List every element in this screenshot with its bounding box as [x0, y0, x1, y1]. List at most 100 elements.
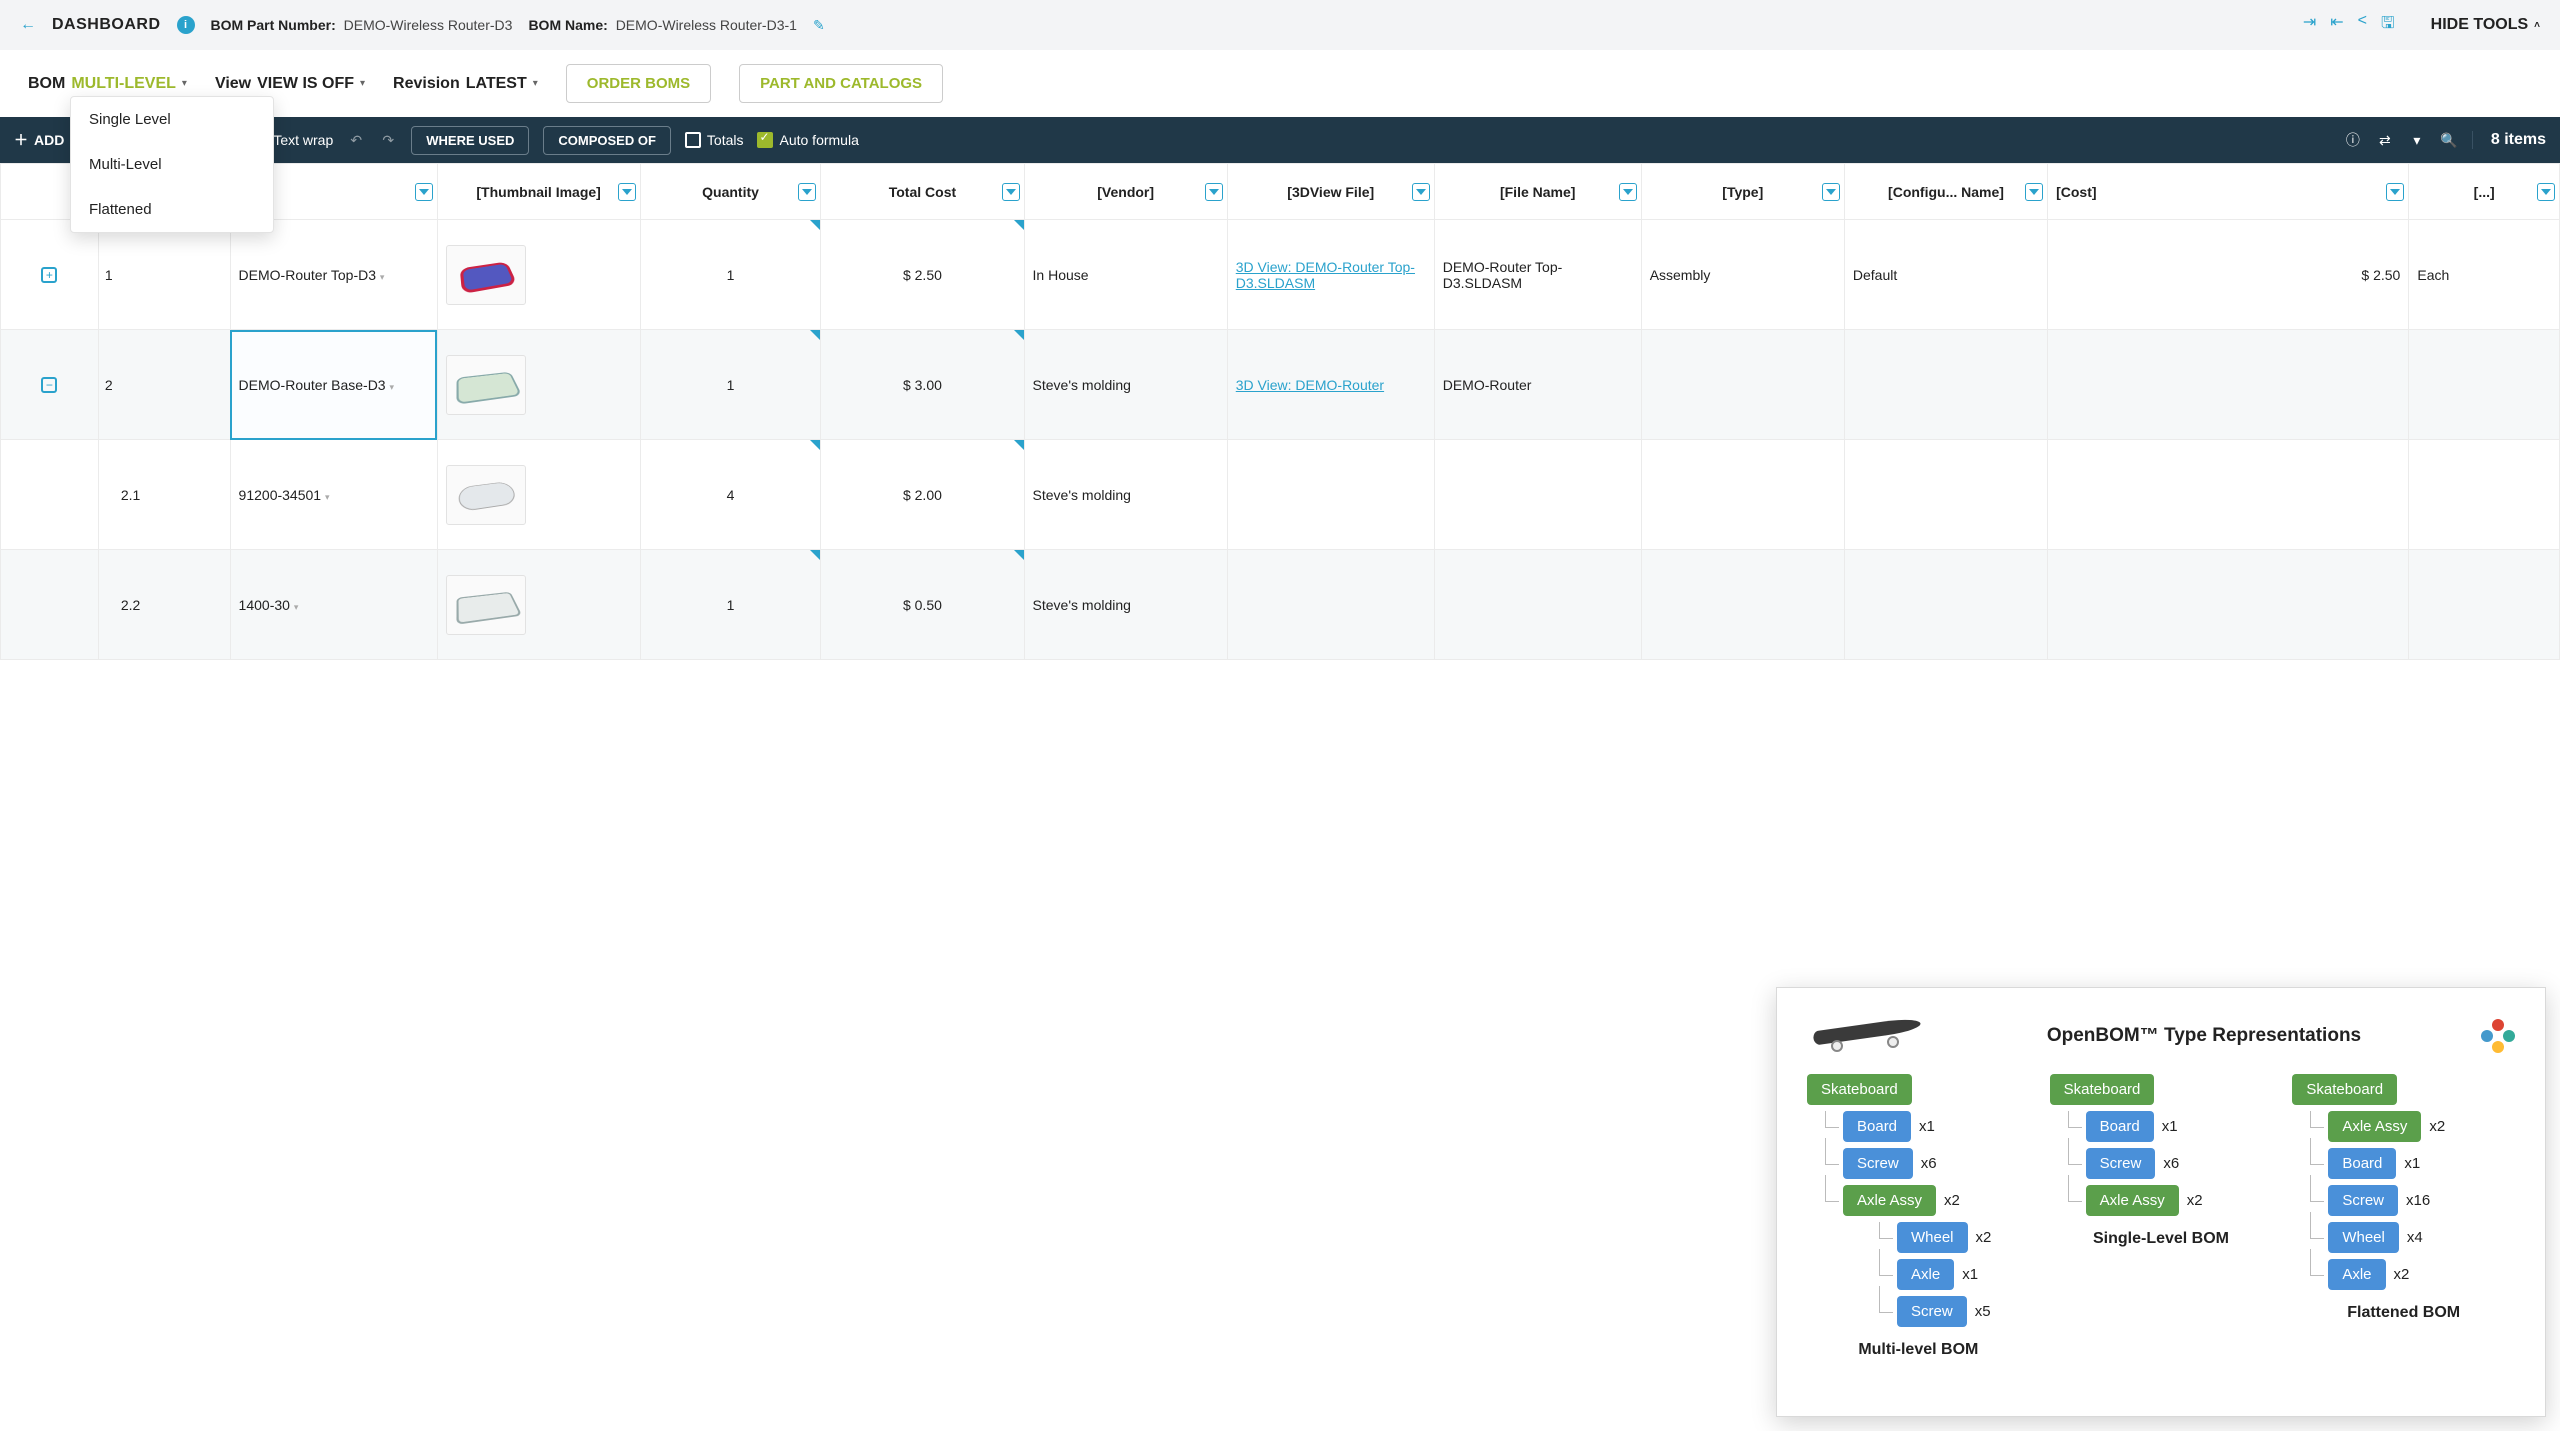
3dview-cell[interactable]: 3D View: DEMO-Router Top-D3.SLDASM — [1227, 220, 1434, 330]
col-quantity[interactable]: Quantity — [640, 164, 821, 220]
caret-down-icon: ▾ — [360, 78, 365, 89]
thumbnail-cell[interactable] — [437, 550, 640, 660]
col-total-cost[interactable]: Total Cost — [821, 164, 1024, 220]
swap-icon[interactable]: ⇄ — [2376, 132, 2394, 149]
col-type[interactable]: [Type] — [1641, 164, 1844, 220]
search-icon[interactable]: 🔍 — [2440, 132, 2458, 149]
bom-level-dropdown[interactable]: BOM MULTI-LEVEL ▾ — [28, 75, 187, 93]
filter-icon[interactable]: ▾ — [2408, 132, 2426, 149]
tree-node: Boardx1 — [2050, 1111, 2273, 1142]
part-name-cell[interactable]: 1400-30 ▾ — [230, 550, 437, 660]
filter-icon[interactable] — [1002, 183, 1020, 201]
level-cell: 2 — [98, 330, 230, 440]
export-icon[interactable]: ⇤ — [2330, 12, 2343, 39]
import-icon[interactable]: ⇥ — [2303, 12, 2316, 39]
filter-icon[interactable] — [1822, 183, 1840, 201]
col-more[interactable]: [...] — [2409, 164, 2560, 220]
revision-dropdown[interactable]: Revision LATEST ▾ — [393, 75, 538, 93]
filter-icon[interactable] — [798, 183, 816, 201]
bomname-value: DEMO-Wireless Router-D3-1 — [616, 17, 797, 33]
totals-toggle[interactable]: Totals — [685, 132, 744, 148]
filter-icon[interactable] — [2386, 183, 2404, 201]
part-catalogs-button[interactable]: PART AND CATALOGS — [739, 64, 943, 103]
col-filename[interactable]: [File Name] — [1434, 164, 1641, 220]
level-cell: 1 — [98, 220, 230, 330]
unit-cell — [2409, 550, 2560, 660]
filter-icon[interactable] — [1205, 183, 1223, 201]
config-cell — [1844, 440, 2047, 550]
bomname-label: BOM Name: — [528, 17, 607, 33]
cost-cell — [2048, 330, 2409, 440]
menu-multi-level[interactable]: Multi-Level — [71, 142, 273, 187]
auto-formula-toggle[interactable]: Auto formula — [757, 132, 858, 148]
thumbnail-cell[interactable] — [437, 220, 640, 330]
thumbnail-cell[interactable] — [437, 330, 640, 440]
total-cost-cell: $ 0.50 — [821, 550, 1024, 660]
filter-icon[interactable] — [1619, 183, 1637, 201]
part-name-cell[interactable]: DEMO-Router Top-D3 ▾ — [230, 220, 437, 330]
col-thumbnail[interactable]: [Thumbnail Image] — [437, 164, 640, 220]
filter-icon[interactable] — [1412, 183, 1430, 201]
save-icon[interactable]: 🖫 — [2381, 12, 2395, 39]
part-name-cell[interactable]: DEMO-Router Base-D3 ▾ — [230, 330, 437, 440]
dashboard-link[interactable]: DASHBOARD — [52, 16, 161, 34]
vendor-cell: In House — [1024, 220, 1227, 330]
rev-value: LATEST — [466, 75, 527, 93]
filter-icon[interactable] — [2025, 183, 2043, 201]
composed-of-button[interactable]: COMPOSED OF — [543, 126, 671, 155]
unit-cell — [2409, 330, 2560, 440]
filter-icon[interactable] — [415, 183, 433, 201]
back-arrow-icon[interactable]: ← — [20, 16, 36, 34]
filter-icon[interactable] — [618, 183, 636, 201]
rev-label: Revision — [393, 75, 460, 93]
info-icon[interactable]: i — [177, 16, 195, 34]
3dview-cell[interactable] — [1227, 550, 1434, 660]
quantity-cell[interactable]: 1 — [640, 220, 821, 330]
part-name-cell[interactable]: 91200-34501 ▾ — [230, 440, 437, 550]
bom-level-menu: Single Level Multi-Level Flattened — [70, 96, 274, 233]
bom-name: BOM Name: DEMO-Wireless Router-D3-1 — [528, 17, 797, 33]
add-button[interactable]: ＋ ADD — [14, 130, 64, 150]
col-vendor[interactable]: [Vendor] — [1024, 164, 1227, 220]
order-boms-button[interactable]: ORDER BOMS — [566, 64, 711, 103]
table-row[interactable]: 2.191200-34501 ▾4$ 2.00Steve's molding — [1, 440, 2560, 550]
partnum-label: BOM Part Number: — [211, 17, 336, 33]
filter-icon[interactable] — [2537, 183, 2555, 201]
menu-flattened[interactable]: Flattened — [71, 187, 273, 232]
col-config[interactable]: [Configu... Name] — [1844, 164, 2047, 220]
action-bar: ＋ ADD ⟳ ➲ ↳ ≡ ▾ Text wrap ↶ ↷ WHERE USED… — [0, 117, 2560, 163]
3dview-cell[interactable]: 3D View: DEMO-Router — [1227, 330, 1434, 440]
pencil-icon[interactable]: ✎ — [813, 17, 825, 34]
help-icon[interactable]: ⓘ — [2344, 130, 2362, 150]
3dview-cell[interactable] — [1227, 440, 1434, 550]
bom-table: [Thumbnail Image] Quantity Total Cost [V… — [0, 163, 2560, 660]
collapse-icon[interactable]: − — [41, 377, 57, 393]
quantity-cell[interactable]: 1 — [640, 550, 821, 660]
menu-single-level[interactable]: Single Level — [71, 97, 273, 142]
col-cost[interactable]: [Cost] — [2048, 164, 2409, 220]
caret-up-icon: ˄ — [2534, 20, 2540, 31]
quantity-cell[interactable]: 1 — [640, 330, 821, 440]
undo-icon[interactable]: ↶ — [347, 132, 365, 149]
vendor-cell: Steve's molding — [1024, 440, 1227, 550]
hide-tools-toggle[interactable]: HIDE TOOLS ˄ — [2431, 16, 2540, 34]
add-label: ADD — [34, 132, 64, 148]
col-3dview[interactable]: [3DView File] — [1227, 164, 1434, 220]
caret-down-icon: ▾ — [380, 272, 385, 282]
tree-root-node: Skateboard — [1807, 1074, 1912, 1105]
type-representations-card: OpenBOM™ Type Representations Skateboard… — [1776, 987, 2546, 1417]
thumbnail-cell[interactable] — [437, 440, 640, 550]
table-row[interactable]: −2DEMO-Router Base-D3 ▾1$ 3.00Steve's mo… — [1, 330, 2560, 440]
where-used-button[interactable]: WHERE USED — [411, 126, 529, 155]
table-row[interactable]: +1DEMO-Router Top-D3 ▾1$ 2.50In House3D … — [1, 220, 2560, 330]
redo-icon[interactable]: ↷ — [379, 132, 397, 149]
table-row[interactable]: 2.21400-30 ▾1$ 0.50Steve's molding — [1, 550, 2560, 660]
quantity-cell[interactable]: 4 — [640, 440, 821, 550]
view-dropdown[interactable]: View VIEW IS OFF ▾ — [215, 75, 365, 93]
tree-node: Axle Assyx2 — [2050, 1185, 2273, 1216]
share-icon[interactable]: < — [2358, 12, 2367, 39]
tree-root-node: Skateboard — [2292, 1074, 2397, 1105]
overlay-column: SkateboardAxle Assyx2Boardx1Screwx16Whee… — [2292, 1074, 2515, 1359]
tree-node: Boardx1 — [2292, 1148, 2515, 1179]
expand-icon[interactable]: + — [41, 267, 57, 283]
